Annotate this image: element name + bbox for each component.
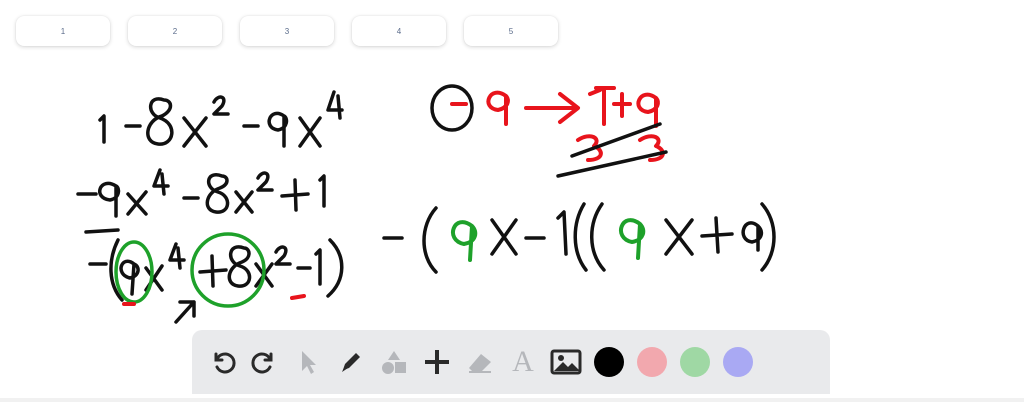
drawing-toolbar: A [192, 330, 830, 394]
ink-line-3 [88, 238, 344, 324]
color-swatch-blue[interactable] [722, 346, 754, 378]
bottom-edge [0, 398, 1024, 402]
redo-icon[interactable] [249, 346, 281, 378]
pen-icon[interactable] [335, 346, 367, 378]
ink-factored [382, 202, 776, 274]
eraser-icon[interactable] [464, 346, 496, 378]
ink-upper-right [430, 84, 668, 178]
undo-icon[interactable] [206, 346, 238, 378]
color-swatch-pink[interactable] [636, 346, 668, 378]
plus-icon[interactable] [421, 346, 453, 378]
ink-line-2 [76, 168, 326, 234]
shapes-icon[interactable] [378, 346, 410, 378]
color-swatch-green[interactable] [679, 346, 711, 378]
text-icon[interactable]: A [507, 346, 539, 378]
pointer-icon[interactable] [292, 346, 324, 378]
image-icon[interactable] [550, 346, 582, 378]
ink-factored-green [451, 218, 646, 262]
ink-factored-last-nine [741, 221, 764, 252]
ink-line-1 [98, 90, 344, 148]
color-swatch-black[interactable] [593, 346, 625, 378]
